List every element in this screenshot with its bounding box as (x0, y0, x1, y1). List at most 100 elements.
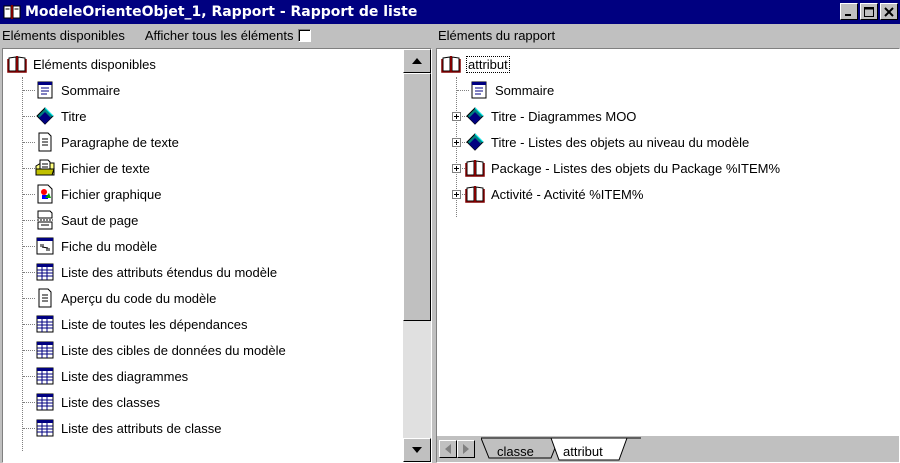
summary-icon (37, 81, 53, 99)
book-icon (7, 56, 27, 73)
tab-classe-label: classe (497, 444, 534, 459)
report-item[interactable]: Titre - Diagrammes MOO (452, 103, 636, 129)
report-item-label: Activité - Activité %ITEM% (491, 186, 644, 202)
available-item[interactable]: Fiche du modèle (35, 233, 157, 259)
available-item-label: Liste des attributs étendus du modèle (61, 264, 278, 280)
report-window: ModeleOrienteObjet_1, Rapport - Rapport … (0, 0, 900, 463)
available-item-label: Aperçu du code du modèle (61, 290, 217, 306)
available-item-label: Titre (61, 108, 87, 124)
available-items-tree-pane[interactable]: Eléments disponibles Sommaire Titre Paragr… (2, 48, 432, 463)
tab-scroll-left-button[interactable] (439, 440, 457, 458)
report-item[interactable]: Sommaire (469, 77, 554, 103)
available-item[interactable]: Sommaire (35, 77, 120, 103)
title-icon (36, 107, 54, 125)
available-item-label: Fiche du modèle (61, 238, 158, 254)
title-icon (466, 133, 484, 151)
report-item[interactable]: Package - Listes des objets du Package %… (452, 155, 780, 181)
arrow-left-icon (445, 444, 451, 454)
tree-root-label: attribut (466, 55, 510, 73)
arrow-down-icon (412, 447, 422, 453)
list-icon (36, 393, 54, 411)
report-item-label: Titre - Listes des objets au niveau du m… (491, 134, 750, 150)
list-icon (36, 263, 54, 281)
available-item[interactable]: Aperçu du code du modèle (35, 285, 216, 311)
close-button[interactable] (880, 3, 898, 20)
available-item-label: Fichier de texte (61, 160, 150, 176)
available-item-label: Liste des attributs de classe (61, 420, 222, 436)
tree-root-attribut[interactable]: attribut (441, 51, 510, 77)
available-item[interactable]: Liste des diagrammes (35, 363, 188, 389)
list-icon (36, 341, 54, 359)
graphic-file-icon (37, 184, 53, 204)
available-item[interactable]: Liste des classes (35, 389, 160, 415)
report-items-header: Eléments du rapport (436, 24, 900, 46)
list-icon (36, 315, 54, 333)
available-item-label: Liste des diagrammes (61, 368, 189, 384)
available-item[interactable]: Titre (35, 103, 87, 129)
code-preview-icon (38, 288, 52, 308)
page-break-icon (37, 210, 53, 230)
available-item-label: Fichier graphique (61, 186, 162, 202)
show-all-checkbox[interactable] (298, 28, 312, 42)
expand-icon[interactable] (452, 111, 461, 121)
available-item[interactable]: Fichier graphique (35, 181, 161, 207)
report-items-tree-pane[interactable]: attribut Sommaire Titre - Diagrammes MOO T… (436, 48, 900, 463)
list-icon (36, 419, 54, 437)
report-items-label: Eléments du rapport (438, 27, 556, 43)
tab-attribut[interactable]: attribut (563, 444, 603, 459)
report-item-label: Titre - Diagrammes MOO (491, 108, 637, 124)
summary-icon (471, 81, 487, 99)
available-item-label: Liste des classes (61, 394, 160, 410)
show-all-label: Afficher tous les éléments (144, 27, 294, 43)
available-item[interactable]: Liste des attributs étendus du modèle (35, 259, 277, 285)
text-file-icon (35, 159, 55, 176)
report-item[interactable]: Activité - Activité %ITEM% (452, 181, 643, 207)
available-item[interactable]: Saut de page (35, 207, 138, 233)
scroll-down-button[interactable] (403, 438, 431, 462)
available-item[interactable]: Liste des cibles de données du modèle (35, 337, 286, 363)
report-item[interactable]: Titre - Listes des objets au niveau du m… (452, 129, 749, 155)
tab-attribut-label: attribut (563, 444, 603, 459)
available-item-label: Sommaire (61, 82, 121, 98)
available-item-label: Liste de toutes les dépendances (61, 316, 248, 332)
available-item[interactable]: Liste des attributs de classe (35, 415, 221, 441)
minimize-button[interactable] (840, 3, 858, 20)
report-book-icon (3, 5, 21, 19)
title-bar[interactable]: ModeleOrienteObjet_1, Rapport - Rapport … (0, 0, 900, 24)
vertical-scrollbar[interactable] (403, 49, 431, 462)
scroll-thumb[interactable] (403, 73, 431, 321)
close-icon (884, 6, 894, 17)
model-card-icon (36, 237, 54, 255)
tree-root-available[interactable]: Eléments disponibles (7, 51, 156, 77)
book-icon (465, 160, 485, 177)
available-item-label: Saut de page (61, 212, 139, 228)
title-icon (466, 107, 484, 125)
window-title: ModeleOrienteObjet_1, Rapport - Rapport … (25, 4, 418, 20)
maximize-button[interactable] (860, 3, 878, 20)
minimize-icon (845, 13, 851, 16)
expand-icon[interactable] (452, 189, 461, 199)
tab-bar: classe attribut (437, 436, 899, 462)
available-item[interactable]: Fichier de texte (35, 155, 150, 181)
book-icon (441, 56, 461, 73)
scroll-up-button[interactable] (403, 49, 431, 73)
expand-icon[interactable] (452, 163, 461, 173)
available-item-label: Liste des cibles de données du modèle (61, 342, 286, 358)
report-item-label: Package - Listes des objets du Package %… (491, 160, 781, 176)
book-icon (465, 186, 485, 203)
available-item[interactable]: Liste de toutes les dépendances (35, 311, 247, 337)
available-item-label: Paragraphe de texte (61, 134, 179, 150)
list-icon (36, 367, 54, 385)
available-items-header: Eléments disponibles Afficher tous les é… (0, 24, 432, 46)
tab-scroll-right-button[interactable] (457, 440, 475, 458)
text-paragraph-icon (38, 132, 52, 152)
report-item-label: Sommaire (495, 82, 555, 98)
tree-root-label: Eléments disponibles (33, 56, 156, 72)
maximize-icon (864, 6, 874, 17)
tab-classe[interactable]: classe (497, 444, 534, 459)
expand-icon[interactable] (452, 137, 461, 147)
arrow-up-icon (412, 58, 422, 64)
available-item[interactable]: Paragraphe de texte (35, 129, 179, 155)
available-items-label: Eléments disponibles (2, 27, 125, 43)
arrow-right-icon (463, 444, 469, 454)
